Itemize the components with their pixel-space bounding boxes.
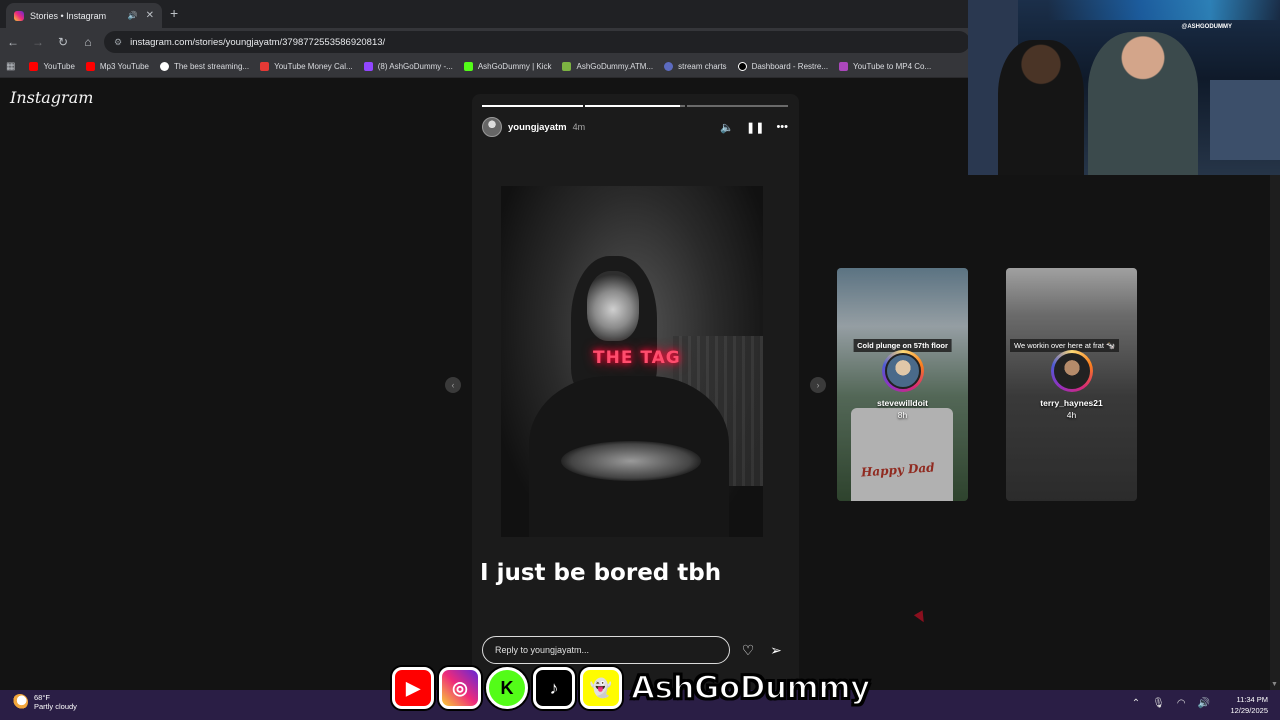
next-story-preview[interactable]: Happy Dad Cold plunge on 57th floor stev…	[837, 268, 968, 501]
previous-story-button[interactable]: ‹	[445, 377, 461, 393]
bookmark-item[interactable]: stream charts	[664, 62, 727, 71]
room-shelf	[1210, 80, 1280, 160]
snapchat-icon: 👻	[580, 667, 622, 709]
bookmark-item[interactable]: YouTube to MP4 Co...	[839, 62, 931, 71]
story-time: 4m	[572, 122, 586, 132]
weather-condition: Partly cloudy	[34, 702, 77, 711]
cam-watermark: @ASHGODUMMY	[1181, 24, 1232, 30]
browser-tab[interactable]: Stories • Instagram 🔊 ✕	[6, 3, 162, 28]
bookmark-item[interactable]: (8) AshGoDummy -...	[363, 62, 453, 71]
pause-icon[interactable]: ❚❚	[746, 121, 764, 134]
bookmark-item[interactable]: AshGoDummy | Kick	[463, 62, 551, 71]
chevron-up-icon[interactable]: ⌃	[1132, 698, 1140, 709]
clock-time: 11:34 PM	[1236, 695, 1268, 704]
story-media[interactable]: THE TAG	[501, 186, 763, 537]
bookmark-item[interactable]: AshGoDummy.ATM...	[562, 62, 653, 71]
bookmark-item[interactable]: YouTube Money Cal...	[260, 62, 353, 71]
story-header: youngjayatm 4m 🔈 ❚❚ •••	[482, 116, 788, 138]
story-avatar[interactable]	[482, 117, 502, 137]
preview-username: terry_haynes21	[1040, 398, 1103, 408]
story-caption: I just be bored tbh	[480, 560, 722, 586]
streamer-guest	[998, 40, 1084, 175]
more-options-icon[interactable]: •••	[776, 121, 788, 133]
microphone-icon[interactable]: 🎙	[1152, 698, 1165, 709]
reply-row: ♡ ➢	[482, 636, 792, 664]
preview-time: 4h	[1066, 410, 1077, 420]
kick-icon: K	[486, 667, 528, 709]
progress-segment	[584, 105, 686, 107]
like-heart-icon[interactable]: ♡	[738, 642, 758, 659]
person-face	[587, 271, 639, 341]
bookmark-icon	[737, 62, 747, 71]
reply-input[interactable]	[482, 636, 730, 664]
bookmark-icon	[260, 62, 270, 71]
back-icon[interactable]: ←	[1, 35, 25, 49]
instagram-favicon-icon	[14, 10, 24, 21]
tiktok-icon: ♪	[533, 667, 575, 709]
webcam-overlay: @ASHGODUMMY	[968, 0, 1280, 175]
speaker-icon[interactable]: 🔊	[128, 11, 138, 20]
scroll-down-icon[interactable]: ▼	[1271, 681, 1278, 688]
close-tab-icon[interactable]: ✕	[146, 10, 154, 21]
apps-grid-icon[interactable]: ▦	[6, 61, 15, 72]
preview-avatar-ring	[881, 350, 924, 392]
story-overlay-text: THE TAG	[593, 348, 681, 368]
progress-segment	[687, 105, 789, 107]
story-username[interactable]: youngjayatm	[508, 122, 567, 133]
preview-avatar	[1053, 353, 1090, 389]
wifi-icon[interactable]: ◠	[1177, 698, 1186, 709]
tab-title: Stories • Instagram	[30, 10, 107, 21]
progress-segment	[482, 105, 583, 107]
clock-date: 12/29/2025	[1230, 706, 1268, 715]
instagram-icon: ◎	[439, 667, 481, 709]
story-viewer: youngjayatm 4m 🔈 ❚❚ ••• THE TAG I just b…	[472, 94, 799, 692]
temperature: 68°F	[34, 693, 50, 702]
url-text: instagram.com/stories/youngjayatm/379877…	[130, 36, 386, 48]
bookmark-icon	[159, 62, 169, 71]
site-info-icon[interactable]: ⚙	[114, 37, 122, 48]
weather-widget[interactable]: 68°F Partly cloudy	[12, 693, 77, 711]
system-tray: ⌃ 🎙 ◠ 🔊	[1132, 698, 1210, 709]
bookmark-icon	[839, 62, 849, 71]
instagram-logo[interactable]: Instagram	[10, 88, 93, 107]
story-progress	[482, 105, 789, 107]
bookmark-icon	[562, 62, 572, 71]
bookmark-icon	[664, 62, 674, 71]
bookmark-item[interactable]: YouTube	[29, 62, 75, 71]
bookmark-icon	[85, 62, 95, 71]
system-clock[interactable]: 11:34 PM 12/29/2025	[1230, 694, 1268, 716]
volume-tray-icon[interactable]: 🔊	[1198, 698, 1210, 709]
streamer	[1088, 32, 1198, 175]
partly-cloudy-icon	[12, 694, 28, 710]
led-lights	[1048, 0, 1280, 20]
next-story-preview[interactable]: We workin over here at frat 🐄 terry_hayn…	[1006, 268, 1137, 501]
bookmark-item[interactable]: The best streaming...	[159, 62, 249, 71]
reload-icon[interactable]: ↻	[51, 35, 75, 49]
youtube-icon: ▶	[392, 667, 434, 709]
person-hands	[561, 441, 701, 481]
preview-time: 8h	[897, 410, 908, 420]
bookmark-item[interactable]: Dashboard - Restre...	[737, 62, 828, 71]
share-send-icon[interactable]: ➢	[766, 642, 786, 659]
address-bar[interactable]: ⚙ instagram.com/stories/youngjayatm/3798…	[104, 31, 970, 53]
next-story-button[interactable]: ›	[810, 377, 826, 393]
new-tab-button[interactable]: +	[170, 5, 178, 21]
bookmark-icon	[463, 62, 473, 71]
home-icon[interactable]: ⌂	[76, 35, 100, 49]
forward-icon[interactable]: →	[26, 35, 50, 49]
preview-username: stevewilldoit	[876, 398, 928, 408]
bookmark-icon	[363, 62, 373, 71]
channel-name: AshGoDummy	[630, 669, 871, 707]
story-controls: 🔈 ❚❚ •••	[720, 121, 788, 134]
bookmark-item[interactable]: Mp3 YouTube	[85, 62, 149, 71]
bookmark-icon	[29, 62, 39, 71]
preview-avatar	[884, 353, 921, 389]
preview-avatar-ring	[1050, 350, 1093, 392]
stream-branding: ▶ ◎ K ♪ 👻 AshGoDummy	[392, 664, 871, 712]
volume-icon[interactable]: 🔈	[720, 121, 734, 134]
